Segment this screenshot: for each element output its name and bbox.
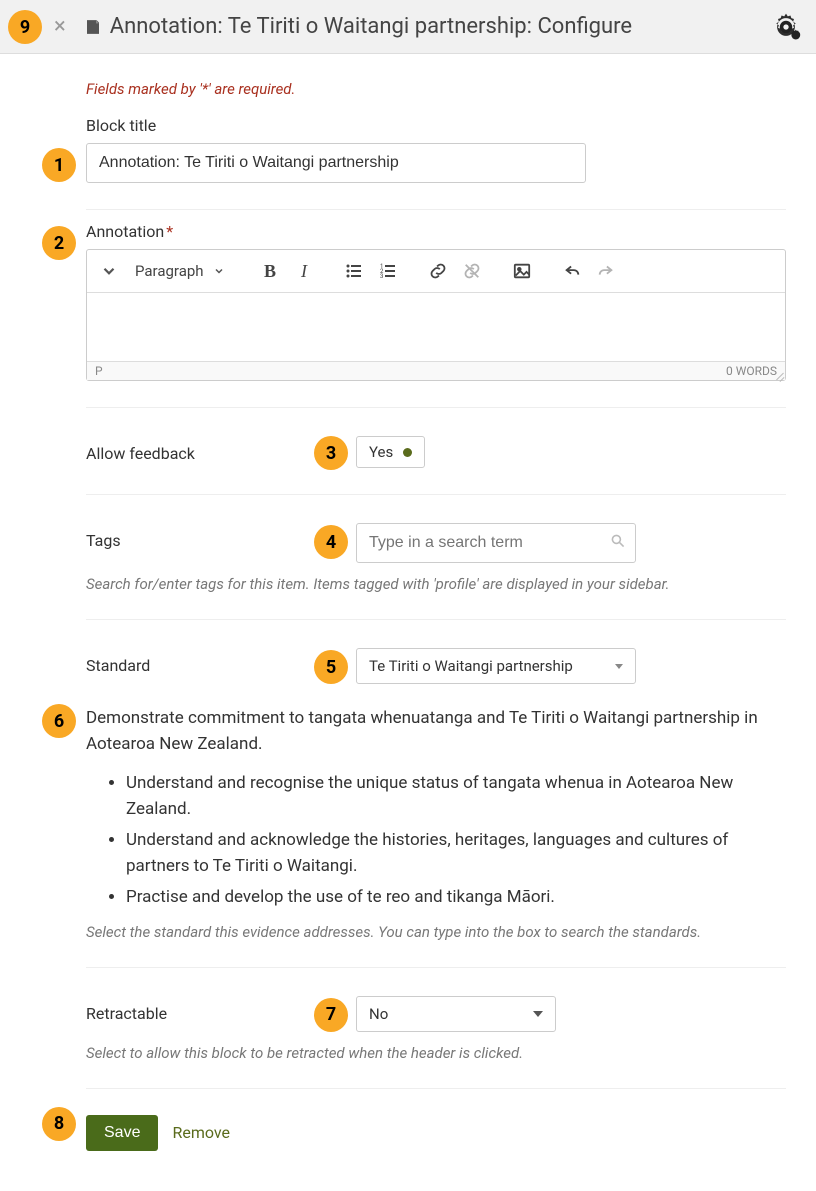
badge-6: 6 [42,704,76,738]
search-icon [610,533,626,553]
standard-description-bullets: Understand and recognise the unique stat… [86,771,786,911]
resize-handle-icon[interactable] [773,368,785,380]
settings-gear-icon[interactable] [770,11,802,43]
note-icon [84,17,102,37]
badge-2: 2 [42,226,76,260]
standard-help-text: Select the standard this evidence addres… [86,923,706,941]
chevron-down-icon [615,664,623,669]
editor-word-count: 0 WORDS [726,364,777,378]
standard-description-intro: Demonstrate commitment to tangata whenua… [86,706,786,757]
block-title-label: Block title [86,116,786,135]
standard-bullet: Understand and recognise the unique stat… [126,771,786,822]
numbered-list-button[interactable]: 123 [373,256,403,286]
annotation-editor: Paragraph B I 123 [86,249,786,381]
remove-link[interactable]: Remove [172,1123,230,1142]
image-button[interactable] [507,256,537,286]
italic-button[interactable]: I [289,256,319,286]
unlink-button[interactable] [457,256,487,286]
editor-textarea[interactable] [87,292,785,362]
tags-help-text: Search for/enter tags for this item. Ite… [86,575,706,593]
save-button[interactable]: Save [86,1115,158,1151]
badge-3: 3 [314,436,348,470]
page-title: Annotation: Te Tiriti o Waitangi partner… [110,14,632,39]
bullet-list-button[interactable] [339,256,369,286]
standard-select[interactable]: Te Tiriti o Waitangi partnership [356,648,636,684]
badge-1: 1 [42,148,76,182]
badge-8: 8 [42,1107,76,1141]
retractable-select[interactable]: No [356,996,556,1032]
toolbar-expand-button[interactable] [97,256,121,286]
undo-button[interactable] [557,256,587,286]
badge-5: 5 [314,650,348,684]
retractable-help-text: Select to allow this block to be retract… [86,1044,706,1062]
chevron-down-icon [533,1011,543,1017]
link-button[interactable] [423,256,453,286]
editor-path: P [95,364,103,378]
toggle-indicator-icon [403,448,412,457]
editor-toolbar: Paragraph B I 123 [87,250,785,292]
format-select[interactable]: Paragraph [125,256,235,286]
badge-7: 7 [314,998,348,1032]
standard-bullet: Practise and develop the use of te reo a… [126,885,786,911]
redo-button[interactable] [591,256,621,286]
tags-search-input[interactable] [356,523,636,563]
close-icon[interactable]: × [54,16,66,38]
svg-text:3: 3 [380,273,383,280]
allow-feedback-toggle[interactable]: Yes [356,436,425,468]
annotation-label: Annotation* [86,222,786,241]
required-star-icon: * [166,222,173,241]
block-title-input[interactable] [86,143,586,183]
standard-bullet: Understand and acknowledge the histories… [126,828,786,879]
badge-9: 9 [8,10,42,44]
badge-4: 4 [314,525,348,559]
required-fields-note: Fields marked by '*' are required. [86,80,786,98]
bold-button[interactable]: B [255,256,285,286]
